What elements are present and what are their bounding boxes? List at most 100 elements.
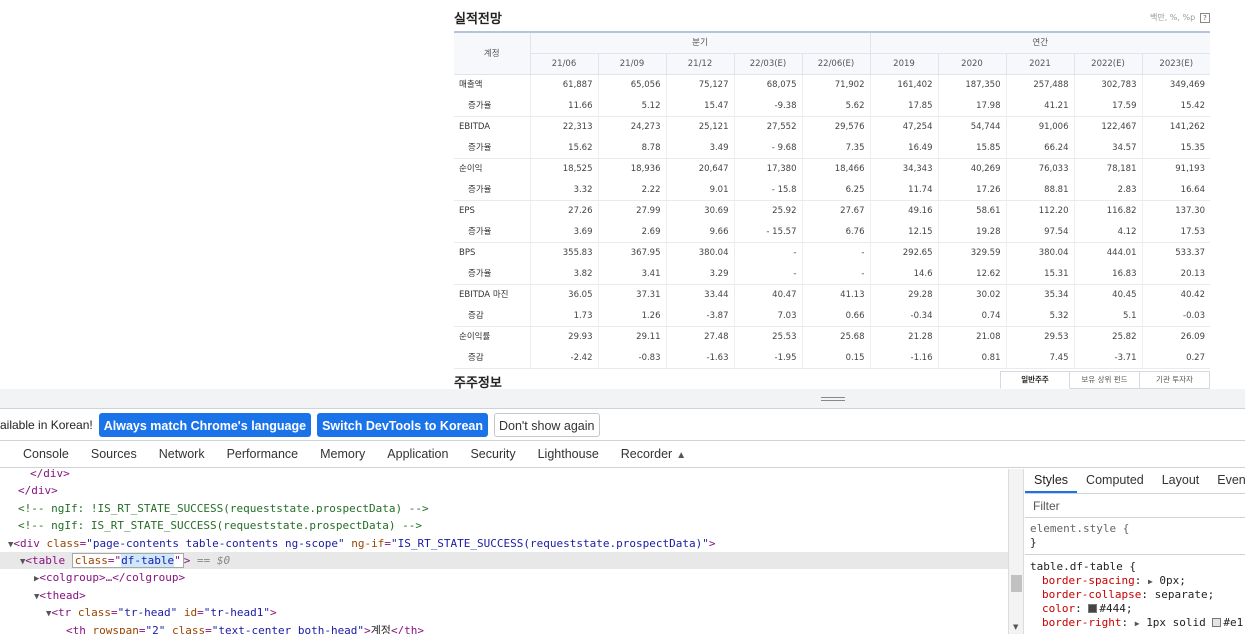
table-cell: 116.82 — [1073, 200, 1142, 222]
row-label: 증가율 — [454, 263, 530, 285]
help-icon[interactable]: ? — [1200, 13, 1210, 23]
switch-language-button[interactable]: Switch DevTools to Korean — [317, 412, 488, 437]
table-row: EPS 27.26 27.99 30.69 25.92 27.67 49.16 58.61 11… — [454, 200, 1210, 222]
table-cell: 29,576 — [801, 116, 870, 138]
styles-filter-input[interactable]: Filter — [1025, 494, 1245, 518]
scrollbar-thumb[interactable] — [1011, 575, 1022, 592]
table-cell: 97.54 — [1005, 221, 1074, 243]
table-cell: 34,343 — [869, 158, 938, 180]
table-cell: - — [733, 242, 802, 264]
table-cell: 29.11 — [597, 326, 666, 348]
element-style-selector[interactable]: element.style { — [1030, 522, 1245, 536]
row-label: 증가율 — [454, 179, 530, 201]
tab-security[interactable]: Security — [459, 441, 526, 467]
table-cell: 3.49 — [665, 137, 734, 159]
tab-performance[interactable]: Performance — [216, 441, 310, 467]
dom-comment[interactable]: <!-- ngIf: !IS_RT_STATE_SUCCESS(requests… — [0, 500, 1008, 517]
table-body: 매출액 61,887 65,056 75,127 68,075 71,902 161,402… — [454, 74, 1210, 369]
tab-computed[interactable]: Computed — [1077, 469, 1153, 493]
dom-node-tr[interactable]: ▼<tr class="tr-head" id="tr-head1"> — [0, 604, 1008, 621]
df-table-rule: table.df-table { border-spacing: ▶ 0px; … — [1025, 560, 1245, 630]
elements-scrollbar[interactable]: ▼ — [1008, 469, 1024, 634]
table-cell: 137.30 — [1141, 200, 1210, 222]
table-cell: - 15.57 — [733, 221, 802, 243]
expand-caret-icon[interactable]: ▶ — [1148, 577, 1153, 586]
css-prop-border-spacing[interactable]: border-spacing: ▶ 0px; — [1030, 574, 1245, 588]
tab-sources[interactable]: Sources — [80, 441, 148, 467]
period-header: 2020 — [937, 53, 1006, 75]
table-cell: 18,466 — [801, 158, 870, 180]
table-cell: 37.31 — [597, 284, 666, 306]
dom-node-close-div[interactable]: </div> — [0, 469, 1008, 482]
styles-tabbar: Styles Computed Layout Event — [1025, 469, 1245, 494]
row-label: 증가율 — [454, 95, 530, 117]
table-cell: 15.62 — [529, 137, 598, 159]
table-cell: 40.47 — [733, 284, 802, 306]
tab-memory[interactable]: Memory — [309, 441, 376, 467]
table-cell: 3.82 — [529, 263, 598, 285]
table-cell: 27.26 — [529, 200, 598, 222]
tab-network[interactable]: Network — [148, 441, 216, 467]
tab-console[interactable]: Console — [0, 441, 80, 467]
table-cell: 161,402 — [869, 74, 938, 96]
tab-general-shareholders[interactable]: 일반주주 — [1000, 371, 1070, 389]
tab-application[interactable]: Application — [376, 441, 459, 467]
tab-event-listeners[interactable]: Event — [1208, 469, 1245, 493]
dom-node-div[interactable]: ▼<div class="page-contents table-content… — [0, 535, 1008, 552]
devtools-resize-strip[interactable] — [0, 389, 1245, 409]
drag-handle-icon[interactable] — [821, 397, 845, 401]
table-cell: 25,121 — [665, 116, 734, 138]
css-prop-color[interactable]: color: #444; — [1030, 602, 1245, 616]
table-cell: 8.78 — [597, 137, 666, 159]
expand-caret-icon[interactable]: ▶ — [1135, 619, 1140, 628]
css-prop-border-right[interactable]: border-right: ▶ 1px solid #e1 — [1030, 616, 1245, 630]
table-row: 증가율 3.69 2.69 9.66- 15.57 6.76 12.15 19.28 97.5… — [454, 221, 1210, 243]
table-cell: 58.61 — [937, 200, 1006, 222]
row-label: 순이익률 — [459, 332, 491, 343]
tab-lighthouse[interactable]: Lighthouse — [527, 441, 610, 467]
row-label: 증가율 — [454, 137, 530, 159]
table-cell: 66.24 — [1005, 137, 1074, 159]
forecast-table: 계정 분기 연간 21/06 21/09 21/12 22/03(E) 22/06(E)… — [454, 31, 1210, 369]
tab-layout[interactable]: Layout — [1153, 469, 1209, 493]
table-cell: 355.83 — [529, 242, 598, 264]
scroll-down-icon[interactable]: ▼ — [1013, 623, 1018, 631]
dom-comment[interactable]: <!-- ngIf: IS_RT_STATE_SUCCESS(requestst… — [0, 517, 1008, 534]
tab-top-funds[interactable]: 보유 상위 펀드 — [1070, 371, 1140, 389]
dom-node-th[interactable]: <th rowspan="2" class="text-center both-… — [0, 622, 1008, 634]
rule-selector[interactable]: table.df-table { — [1030, 560, 1245, 574]
tab-recorder[interactable]: Recorder ▲ — [610, 441, 697, 467]
shareholder-title: 주주정보 — [454, 376, 502, 389]
row-label: 순이익 — [459, 164, 483, 175]
table-cell: 21.28 — [869, 326, 938, 348]
table-cell: 7.35 — [801, 137, 870, 159]
table-cell: - — [801, 263, 870, 285]
table-cell: 17.85 — [869, 95, 938, 117]
table-cell: 1.73 — [529, 305, 598, 327]
color-swatch-icon[interactable] — [1212, 618, 1222, 627]
table-cell: 27.48 — [665, 326, 734, 348]
row-label: 증감 — [454, 347, 530, 369]
tab-styles[interactable]: Styles — [1025, 469, 1078, 493]
table-cell: 24,273 — [597, 116, 666, 138]
table-cell: 41.13 — [801, 284, 870, 306]
dom-node-colgroup[interactable]: ▶<colgroup>…</colgroup> — [0, 569, 1008, 586]
table-cell: 20,647 — [665, 158, 734, 180]
table-row: 순이익 18,525 18,936 20,647 17,380 18,466 34,343 4… — [454, 158, 1210, 180]
table-cell: 88.81 — [1005, 179, 1074, 201]
attribute-edit-box[interactable]: class="df-table" — [71, 552, 184, 568]
tab-institutional-investors[interactable]: 기관 투자자 — [1140, 371, 1210, 389]
table-cell: 14.6 — [869, 263, 938, 285]
table-cell: 5.12 — [597, 95, 666, 117]
color-swatch-icon[interactable] — [1088, 604, 1098, 613]
match-language-button[interactable]: Always match Chrome's language — [98, 412, 312, 437]
table-cell: 17,380 — [733, 158, 802, 180]
table-cell: -0.34 — [869, 305, 938, 327]
dom-node-table-selected[interactable]: ▼<table class="df-table" > == $0 — [0, 551, 1008, 570]
dom-node-close-div[interactable]: </div> — [0, 482, 1008, 499]
table-cell: 75,127 — [665, 74, 734, 96]
table-cell: 22,313 — [529, 116, 598, 138]
dom-node-thead[interactable]: ▼<thead> — [0, 587, 1008, 604]
css-prop-border-collapse[interactable]: border-collapse: separate; — [1030, 588, 1245, 602]
dont-show-again-button[interactable]: Don't show again — [493, 412, 600, 437]
